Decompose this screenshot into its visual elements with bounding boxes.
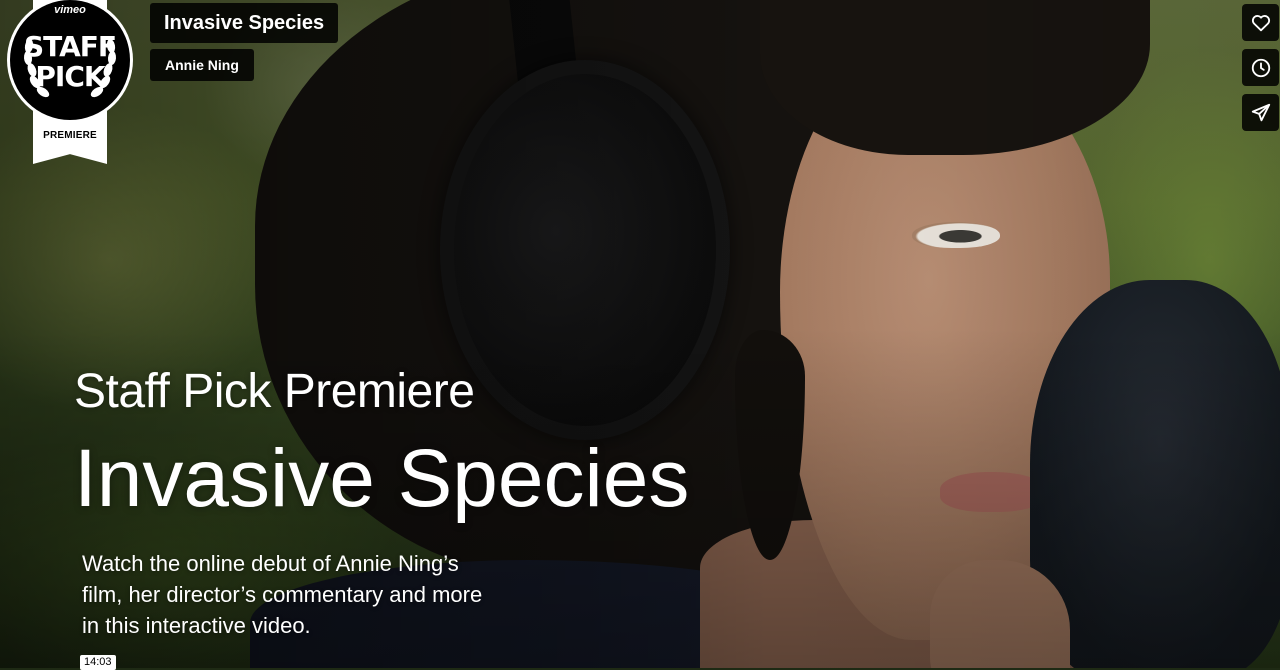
badge-staff-text: STAFF	[23, 30, 117, 63]
hero-eyebrow: Staff Pick Premiere	[74, 365, 475, 418]
send-icon	[1251, 103, 1270, 121]
hero-description: Watch the online debut of Annie Ning’s f…	[82, 551, 483, 638]
vimeo-logo: vimeo	[54, 4, 86, 16]
like-button[interactable]	[1242, 4, 1279, 41]
staff-pick-badge: vimeo STAFF PICK	[10, 0, 130, 120]
video-title-link[interactable]: Invasive Species	[150, 3, 339, 43]
author-link[interactable]: Annie Ning	[150, 49, 254, 81]
hero-title: Invasive Species	[74, 433, 690, 524]
watch-later-button[interactable]	[1242, 49, 1279, 86]
clock-icon	[1251, 58, 1270, 77]
action-buttons	[1242, 4, 1279, 131]
badge-premiere-label: PREMIERE	[43, 130, 97, 141]
heart-icon	[1251, 14, 1270, 31]
badge-pick-text: PICK	[35, 60, 105, 93]
share-button[interactable]	[1242, 94, 1279, 131]
